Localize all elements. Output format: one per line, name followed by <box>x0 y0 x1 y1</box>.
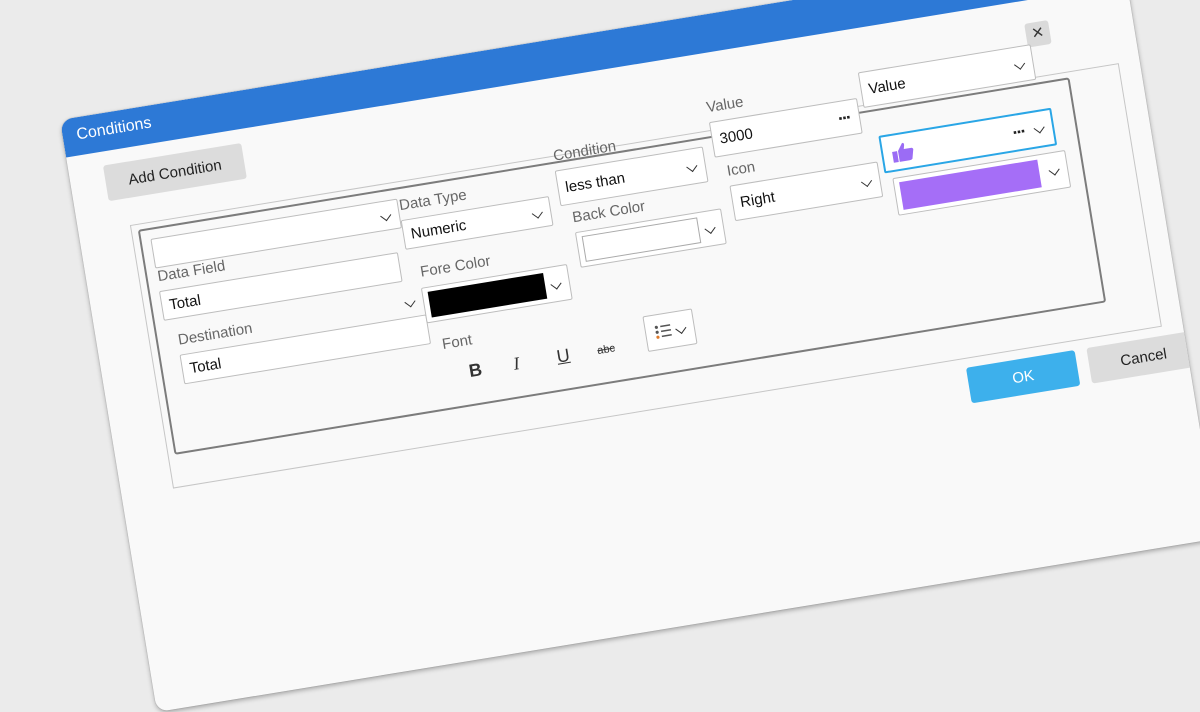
destination-value: Total <box>188 355 223 378</box>
chevron-down-icon <box>531 207 543 219</box>
add-condition-label: Add Condition <box>127 156 223 189</box>
chevron-down-icon <box>1048 164 1060 176</box>
close-icon: × <box>1030 21 1046 45</box>
cancel-label: Cancel <box>1119 344 1168 370</box>
conditions-dialog: Conditions Add Condition × Data Field To… <box>60 0 1200 712</box>
chevron-down-icon <box>704 222 716 234</box>
cancel-button[interactable]: Cancel <box>1086 330 1200 384</box>
chevron-down-icon <box>860 175 873 188</box>
chevron-down-icon <box>1033 122 1045 134</box>
data-field-value: Total <box>168 291 203 314</box>
list-format-icon <box>654 324 672 339</box>
icon-browse-button[interactable]: ... <box>1010 116 1025 139</box>
data-type-value: Numeric <box>409 216 468 243</box>
thumbs-up-icon <box>892 142 914 163</box>
icon-value: Right <box>738 188 777 212</box>
chevron-down-icon <box>1014 58 1026 70</box>
condition-value: less than <box>564 169 627 197</box>
add-condition-button[interactable]: Add Condition <box>102 143 247 202</box>
chevron-down-icon <box>675 322 687 334</box>
ok-label: OK <box>1011 366 1036 387</box>
value-type-value: Value <box>867 75 907 98</box>
chevron-down-icon <box>686 160 698 173</box>
dialog-title: Conditions <box>75 114 153 144</box>
chevron-down-icon <box>550 278 562 290</box>
ok-button[interactable]: OK <box>965 350 1081 404</box>
value-label: Value <box>705 93 745 117</box>
value-browse-button[interactable]: ... <box>836 103 851 126</box>
value-input-text: 3000 <box>718 125 755 148</box>
chevron-down-icon <box>380 210 392 222</box>
